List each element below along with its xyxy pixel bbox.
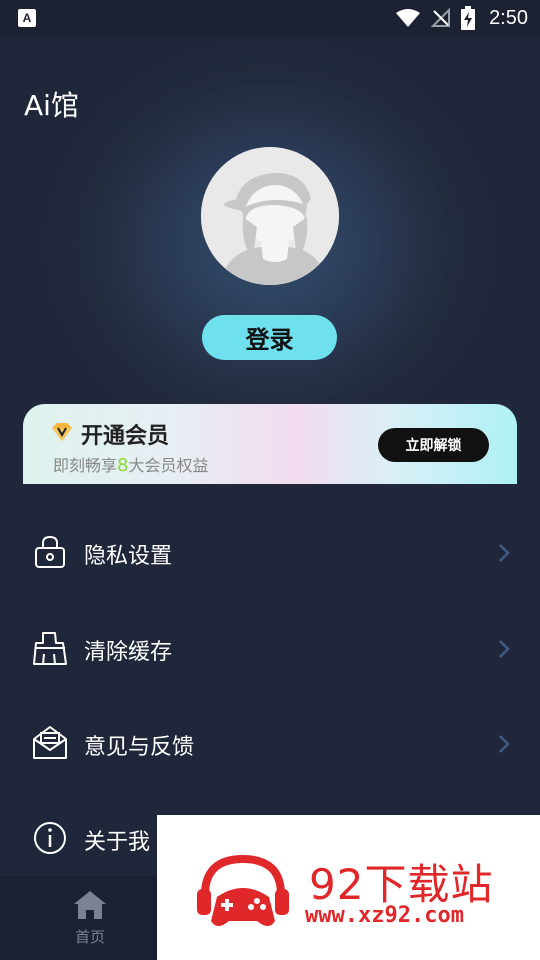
menu-label-clear-cache: 清除缓存 xyxy=(84,640,173,665)
battery-charging-icon xyxy=(461,6,476,30)
diamond-icon xyxy=(52,423,72,441)
wifi-icon xyxy=(396,9,421,27)
status-icons: 2:50 xyxy=(395,0,528,36)
watermark-url: www.xz92.com xyxy=(305,903,464,928)
unlock-button[interactable]: 立即解锁 xyxy=(378,428,489,462)
mail-icon xyxy=(33,726,67,759)
home-icon xyxy=(74,891,106,919)
vip-subtitle: 即刻畅享8大会员权益 xyxy=(53,452,208,476)
notification-app-icon: A xyxy=(18,9,36,27)
broom-icon xyxy=(33,632,67,665)
menu-label-about: 关于我 xyxy=(84,830,151,855)
menu-label-feedback: 意见与反馈 xyxy=(84,735,195,760)
vip-subtitle-number: 8 xyxy=(117,455,129,476)
status-bar: A 2:50 xyxy=(0,0,540,36)
info-icon xyxy=(34,822,66,854)
chevron-right-icon xyxy=(499,735,510,753)
menu-item-clear-cache[interactable]: 清除缓存 xyxy=(0,610,540,690)
gamepad-logo-icon xyxy=(197,854,289,926)
vip-title: 开通会员 xyxy=(81,424,170,449)
page-title: Ai馆 xyxy=(24,89,79,122)
lock-icon xyxy=(35,535,65,568)
chevron-right-icon xyxy=(499,544,510,562)
app-screen: A 2:50 Ai馆 登录 开通会员 即刻畅享8大会员权益 立即解锁 隐私设置 … xyxy=(0,0,540,960)
no-signal-icon xyxy=(431,8,451,27)
watermark: 92下载站 www.xz92.com xyxy=(157,815,540,960)
vip-subtitle-suffix: 大会员权益 xyxy=(128,456,209,475)
vip-banner[interactable]: 开通会员 即刻畅享8大会员权益 立即解锁 xyxy=(23,404,517,484)
menu-label-privacy-settings: 隐私设置 xyxy=(84,544,173,569)
menu-item-privacy-settings[interactable]: 隐私设置 xyxy=(0,514,540,594)
status-time: 2:50 xyxy=(489,6,528,29)
default-avatar-icon[interactable] xyxy=(201,147,339,285)
chevron-right-icon xyxy=(499,640,510,658)
menu-item-feedback[interactable]: 意见与反馈 xyxy=(0,705,540,785)
nav-home[interactable]: 首页 xyxy=(60,890,120,954)
vip-subtitle-prefix: 即刻畅享 xyxy=(53,456,118,475)
login-button[interactable]: 登录 xyxy=(202,315,337,360)
nav-home-label: 首页 xyxy=(74,928,105,946)
